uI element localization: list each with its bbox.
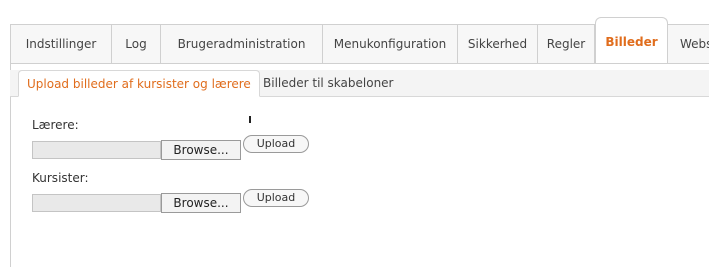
students-file-input[interactable]	[32, 194, 161, 212]
text-cursor-marker	[249, 116, 251, 123]
tab-brugeradministration[interactable]: Brugeradministration	[161, 25, 323, 64]
tab-regler[interactable]: Regler	[538, 25, 595, 64]
tab-menukonfiguration[interactable]: Menukonfiguration	[323, 25, 458, 64]
main-tabbar: Indstillinger Log Brugeradministration M…	[10, 17, 709, 65]
sub-tabbar: Upload billeder af kursister og lærere B…	[10, 70, 709, 97]
tab-sikkerhed[interactable]: Sikkerhed	[458, 25, 538, 64]
teachers-label: Lærere:	[32, 118, 79, 132]
tab-billeder[interactable]: Billeder	[595, 17, 668, 65]
students-upload-button[interactable]: Upload	[243, 189, 309, 207]
tab-log[interactable]: Log	[112, 25, 161, 64]
students-label: Kursister:	[32, 171, 89, 185]
admin-window: Indstillinger Log Brugeradministration M…	[0, 0, 709, 267]
tab-indstillinger[interactable]: Indstillinger	[11, 25, 112, 64]
tab-webs[interactable]: Webs	[668, 25, 709, 64]
students-browse-button[interactable]: Browse...	[161, 193, 241, 213]
subtab-billeder-til-skabeloner[interactable]: Billeder til skabeloner	[255, 70, 402, 96]
subtab-upload-billeder[interactable]: Upload billeder af kursister og lærere	[18, 70, 260, 97]
teachers-upload-button[interactable]: Upload	[243, 135, 309, 153]
teachers-browse-button[interactable]: Browse...	[161, 140, 241, 160]
teachers-file-input[interactable]	[32, 141, 161, 159]
